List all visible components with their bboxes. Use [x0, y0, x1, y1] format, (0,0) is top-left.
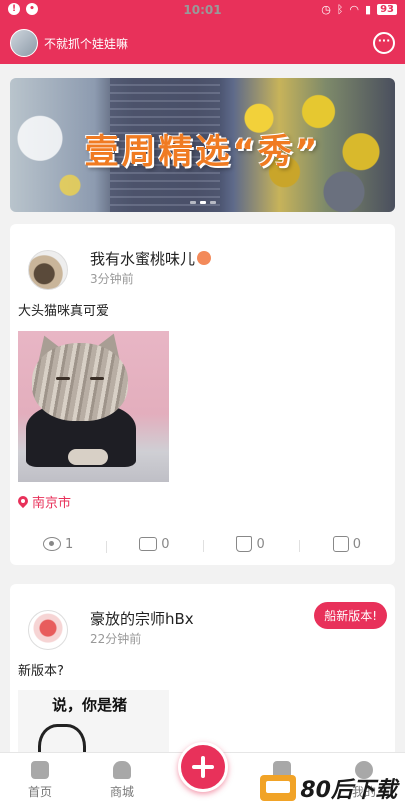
- author-avatar[interactable]: [28, 610, 68, 650]
- feed[interactable]: 壹周精选“秀” 我有水蜜桃味儿 3分钟前 大头猫咪真可爱 南京市 1 0 0 0…: [0, 64, 405, 752]
- post-time: 3分钟前: [90, 272, 134, 286]
- meme-hand-drawing: [38, 724, 86, 752]
- wifi-icon: ◠: [349, 3, 360, 16]
- post-text: 大头猫咪真可爱: [18, 304, 110, 319]
- banner-slogan: 壹周精选“秀”: [84, 132, 321, 172]
- tab-label: 商城: [109, 785, 134, 799]
- shop-icon: [113, 761, 131, 779]
- watermark: 80后下载: [260, 772, 397, 804]
- featured-banner[interactable]: 壹周精选“秀”: [10, 78, 395, 212]
- post-card[interactable]: 豪放的宗师hBx 22分钟前 船新版本! 新版本? 说，你是猪: [10, 584, 395, 752]
- carousel-indicator: [10, 201, 395, 204]
- watermark-logo-icon: [260, 775, 297, 801]
- location-pin-icon: [18, 496, 28, 508]
- home-icon: [31, 761, 49, 779]
- cat-head: [32, 343, 128, 421]
- share-button[interactable]: 0: [298, 536, 395, 552]
- eye-icon: [42, 537, 61, 551]
- post-location[interactable]: 南京市: [18, 492, 71, 511]
- comments-value: 0: [161, 536, 170, 552]
- author-avatar[interactable]: [28, 250, 68, 290]
- status-bar: ! • 10:01 ◷ ᛒ ◠ ▮ 93: [0, 0, 405, 22]
- create-post-button[interactable]: [178, 742, 228, 792]
- tab-home[interactable]: 首页: [10, 761, 70, 800]
- cat-paw: [68, 449, 108, 465]
- page-title: 不就抓个娃娃嘛: [44, 36, 129, 51]
- carousel-dot: [189, 201, 196, 204]
- views-value: 1: [64, 536, 74, 552]
- alarm-icon: ◷: [321, 3, 331, 16]
- post-image[interactable]: 说，你是猪: [18, 690, 169, 752]
- cat-eye: [90, 377, 104, 380]
- post-card[interactable]: 我有水蜜桃味儿 3分钟前 大头猫咪真可爱 南京市 1 0 0 0: [10, 224, 395, 565]
- tab-label: 首页: [27, 785, 52, 799]
- post-image[interactable]: [18, 331, 169, 482]
- comment-button[interactable]: 0: [106, 536, 202, 553]
- app-header: 不就抓个娃娃嘛 ···: [0, 22, 405, 64]
- location-text: 南京市: [32, 496, 72, 511]
- avatar[interactable]: [10, 29, 38, 57]
- post-text: 新版本?: [18, 664, 64, 679]
- views-count: 1: [10, 537, 106, 552]
- battery-icon: 93: [377, 4, 397, 15]
- author-name[interactable]: 我有水蜜桃味儿: [90, 248, 212, 269]
- carousel-dot: [199, 201, 206, 204]
- comment-icon: [139, 537, 158, 551]
- cat-eye: [56, 377, 70, 380]
- bluetooth-icon: ᛒ: [336, 3, 344, 16]
- author-name[interactable]: 豪放的宗师hBx: [90, 608, 194, 629]
- thumbs-up-icon: [236, 536, 253, 552]
- signal-icon: ▮: [365, 3, 372, 16]
- peach-emoji-icon: [197, 251, 212, 265]
- status-right-icons: ◷ ᛒ ◠ ▮ 93: [321, 3, 397, 16]
- likes-value: 0: [256, 536, 265, 552]
- tab-shop[interactable]: 商城: [92, 761, 152, 800]
- post-actions: 1 0 0 0: [10, 524, 395, 564]
- new-version-badge[interactable]: 船新版本!: [314, 602, 387, 629]
- share-icon: [332, 536, 349, 552]
- like-button[interactable]: 0: [202, 536, 299, 552]
- carousel-dot: [209, 201, 216, 204]
- author-name-text: 我有水蜜桃味儿: [90, 250, 196, 268]
- meme-caption: 说，你是猪: [52, 696, 128, 714]
- post-time: 22分钟前: [90, 632, 142, 646]
- watermark-text: 80后下载: [300, 778, 397, 803]
- shares-value: 0: [352, 536, 362, 552]
- more-options-icon[interactable]: ···: [373, 32, 395, 54]
